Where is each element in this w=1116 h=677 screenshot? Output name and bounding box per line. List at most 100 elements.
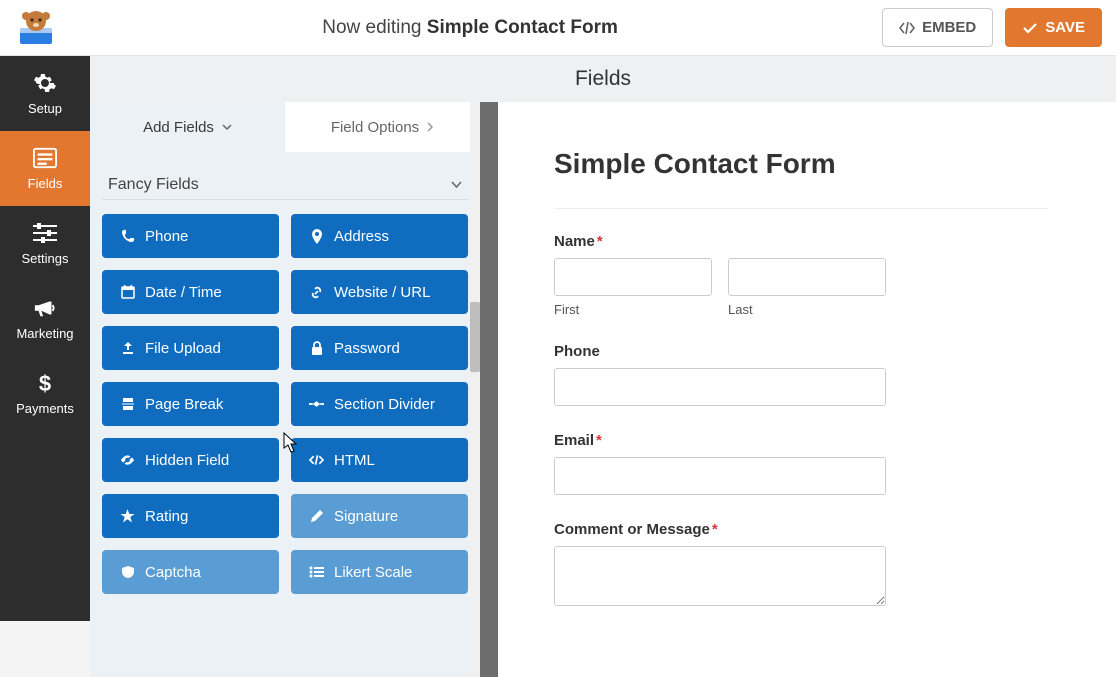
fields-grid: Phone Address Date / Time Website / URL … — [102, 214, 468, 594]
shield-icon — [120, 565, 135, 580]
code-icon — [899, 21, 915, 35]
chevron-down-icon — [222, 124, 232, 131]
phone-label: Phone — [554, 343, 1048, 360]
name-label: Name* — [554, 233, 1048, 250]
left-nav: Setup Fields Settings Marketing $ Paymen… — [0, 56, 90, 621]
first-sublabel: First — [554, 302, 712, 317]
field-password[interactable]: Password — [291, 326, 468, 370]
field-label: File Upload — [145, 340, 221, 357]
link-icon — [309, 285, 324, 300]
field-label: Website / URL — [334, 284, 430, 301]
form-title: Simple Contact Form — [554, 148, 1048, 209]
tab-add-fields[interactable]: Add Fields — [90, 102, 285, 152]
field-label: Likert Scale — [334, 564, 412, 581]
nav-setup-label: Setup — [28, 101, 62, 116]
code-icon — [309, 453, 324, 468]
field-label: Captcha — [145, 564, 201, 581]
form-icon — [33, 146, 57, 170]
group-fancy-fields[interactable]: Fancy Fields — [102, 152, 468, 200]
name-label-text: Name — [554, 233, 595, 250]
save-label: SAVE — [1045, 19, 1085, 36]
last-name-input[interactable] — [728, 258, 886, 296]
field-address[interactable]: Address — [291, 214, 468, 258]
columns: Add Fields Field Options Fancy Fields Ph… — [90, 102, 1116, 677]
palette-tabs: Add Fields Field Options — [90, 102, 480, 152]
check-icon — [1022, 21, 1038, 35]
first-name-input[interactable] — [554, 258, 712, 296]
name-first-col: First — [554, 258, 712, 317]
nav-settings-label: Settings — [22, 251, 69, 266]
tab-add-label: Add Fields — [143, 119, 214, 136]
field-signature[interactable]: Signature — [291, 494, 468, 538]
field-html[interactable]: HTML — [291, 438, 468, 482]
field-file-upload[interactable]: File Upload — [102, 326, 279, 370]
field-label: Password — [334, 340, 400, 357]
scrollbar-thumb[interactable] — [470, 302, 480, 372]
comment-input[interactable] — [554, 546, 886, 606]
field-label: Signature — [334, 508, 398, 525]
field-website[interactable]: Website / URL — [291, 270, 468, 314]
field-label: HTML — [334, 452, 375, 469]
required-asterisk: * — [597, 233, 603, 250]
field-phone[interactable]: Phone — [102, 214, 279, 258]
tab-options-label: Field Options — [331, 119, 419, 136]
embed-button[interactable]: EMBED — [882, 8, 993, 47]
required-asterisk: * — [712, 521, 718, 538]
upload-icon — [120, 341, 135, 356]
field-rating[interactable]: Rating — [102, 494, 279, 538]
name-last-col: Last — [728, 258, 886, 317]
calendar-icon — [120, 285, 135, 300]
email-label: Email* — [554, 432, 1048, 449]
field-likert[interactable]: Likert Scale — [291, 550, 468, 594]
nav-setup[interactable]: Setup — [0, 56, 90, 131]
field-datetime[interactable]: Date / Time — [102, 270, 279, 314]
nav-settings[interactable]: Settings — [0, 206, 90, 281]
field-label: Date / Time — [145, 284, 222, 301]
bullhorn-icon — [33, 296, 57, 320]
sliders-icon — [33, 221, 57, 245]
main-title: Fields — [90, 56, 1116, 102]
nav-payments[interactable]: $ Payments — [0, 356, 90, 431]
field-hidden[interactable]: Hidden Field — [102, 438, 279, 482]
email-input[interactable] — [554, 457, 886, 495]
last-sublabel: Last — [728, 302, 886, 317]
star-icon — [120, 509, 135, 524]
field-label: Address — [334, 228, 389, 245]
main-area: Fields Add Fields Field Options Fancy Fi… — [90, 56, 1116, 621]
field-section-divider[interactable]: Section Divider — [291, 382, 468, 426]
field-label: Hidden Field — [145, 452, 229, 469]
field-label: Page Break — [145, 396, 223, 413]
page-break-icon — [120, 397, 135, 412]
divider-icon — [309, 397, 324, 412]
now-editing-text: Now editing — [322, 17, 421, 38]
nav-fields[interactable]: Fields — [0, 131, 90, 206]
gear-icon — [33, 71, 57, 95]
field-captcha[interactable]: Captcha — [102, 550, 279, 594]
topbar-actions: EMBED SAVE — [882, 8, 1102, 47]
svg-text:$: $ — [39, 371, 51, 395]
pencil-icon — [309, 509, 324, 524]
field-label: Phone — [145, 228, 188, 245]
chevron-right-icon — [427, 122, 434, 132]
lock-icon — [309, 341, 324, 356]
group-label: Fancy Fields — [108, 176, 199, 194]
fields-palette: Add Fields Field Options Fancy Fields Ph… — [90, 102, 480, 677]
field-page-break[interactable]: Page Break — [102, 382, 279, 426]
eye-slash-icon — [120, 453, 135, 468]
field-email-block: Email* — [554, 432, 1048, 495]
form-preview: Simple Contact Form Name* First Last — [498, 102, 1116, 677]
palette-scrollbar[interactable] — [470, 102, 480, 677]
nav-marketing[interactable]: Marketing — [0, 281, 90, 356]
name-row: First Last — [554, 258, 1048, 317]
app-logo — [14, 6, 58, 50]
email-label-text: Email — [554, 432, 594, 449]
tab-field-options[interactable]: Field Options — [285, 102, 480, 152]
palette-body: Fancy Fields Phone Address Date / Time W… — [90, 152, 480, 677]
field-label: Rating — [145, 508, 188, 525]
list-icon — [309, 565, 324, 580]
embed-label: EMBED — [922, 19, 976, 36]
field-phone-block: Phone — [554, 343, 1048, 406]
save-button[interactable]: SAVE — [1005, 8, 1102, 47]
phone-input[interactable] — [554, 368, 886, 406]
field-name: Name* First Last — [554, 233, 1048, 317]
